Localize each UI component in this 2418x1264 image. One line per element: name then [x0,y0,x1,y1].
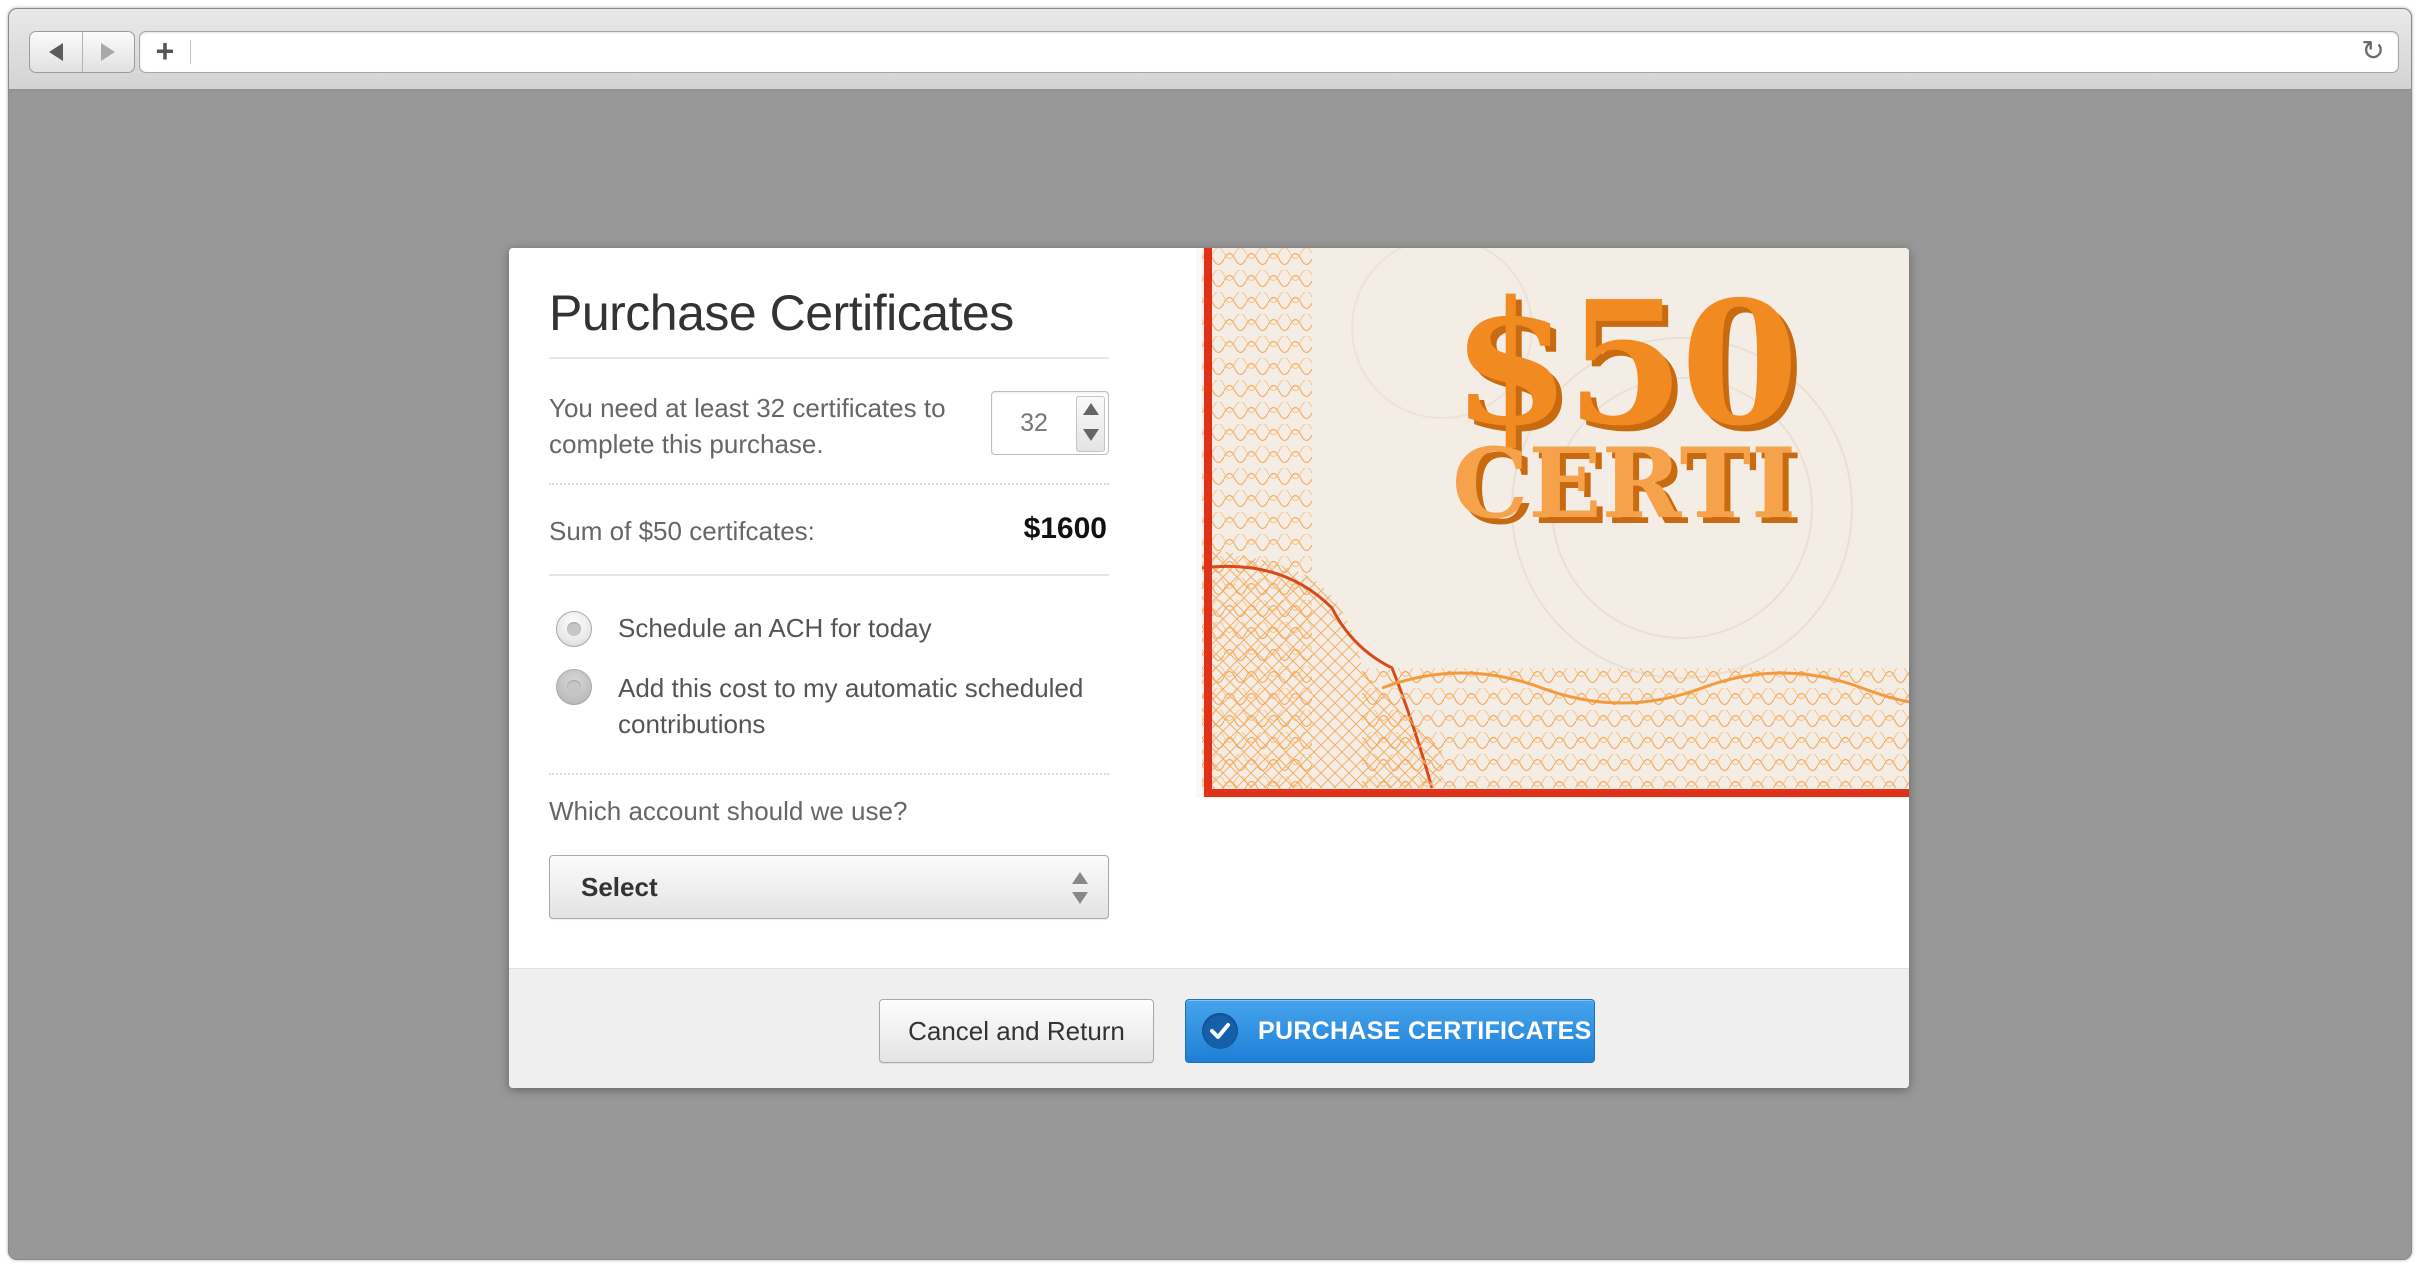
radio-dot [567,622,581,636]
browser-toolbar: + ↻ [9,9,2411,90]
decrement-arrow-icon[interactable] [1083,429,1099,441]
page-title: Purchase Certificates [549,285,1014,341]
sum-label: Sum of $50 certifcates: [549,516,815,546]
radio-automatic-contributions[interactable] [556,669,592,705]
purchase-button-label: PURCHASE CERTIFICATES [1258,1017,1592,1045]
quantity-value[interactable]: 32 [992,392,1076,454]
forward-button[interactable] [81,32,135,72]
back-arrow-icon [48,43,63,61]
check-icon [1202,1013,1238,1049]
select-arrows-icon [1072,872,1088,906]
divider [549,773,1109,775]
back-button[interactable] [30,32,82,72]
radio-label-automatic-contributions[interactable]: Add this cost to my automatic scheduled … [618,670,1118,742]
radio-ach-today[interactable] [556,611,592,647]
stepper-arrows [1076,396,1105,452]
purchase-modal: Purchase Certificates You need at least … [509,248,1909,1088]
radio-label-ach-today[interactable]: Schedule an ACH for today [618,610,1118,646]
certificate-requirement-text: You need at least 32 certificates to com… [549,393,946,459]
sum-value: $1600 [1023,512,1107,545]
purchase-certificates-button[interactable]: PURCHASE CERTIFICATES [1185,999,1595,1063]
browser-window: + ↻ Purchase Certificates You need at le… [8,8,2412,1260]
modal-footer: Cancel and Return PURCHASE CERTIFICATES [509,968,1909,1088]
forward-arrow-icon [101,43,116,61]
address-separator [190,40,191,64]
quantity-stepper[interactable]: 32 [991,391,1109,455]
divider [549,483,1109,485]
certificate-word-face: CERTI [1452,427,1796,540]
account-select-value: Select [581,872,658,902]
account-question: Which account should we use? [549,796,908,826]
certificate-image: $50 $50 CERTI CERTI [1196,248,1909,798]
nav-buttons [29,31,135,73]
plus-icon[interactable]: + [150,34,180,68]
title-divider [549,357,1109,359]
account-select[interactable]: Select [549,855,1109,919]
divider [549,574,1109,576]
address-bar[interactable]: + ↻ [139,31,2399,73]
cancel-button[interactable]: Cancel and Return [879,999,1154,1063]
reload-icon[interactable]: ↻ [2358,36,2388,66]
increment-arrow-icon[interactable] [1083,403,1099,415]
certificate-graphic: $50 $50 CERTI CERTI [1202,248,1909,798]
radio-dot [567,680,581,694]
